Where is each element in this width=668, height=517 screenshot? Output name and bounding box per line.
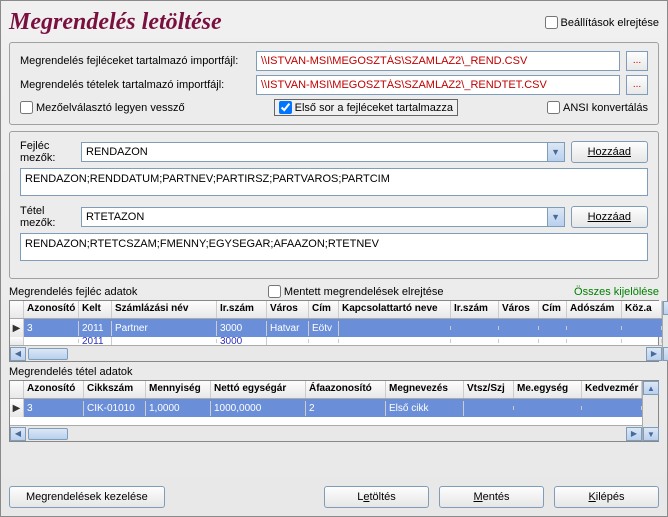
firstrow-input[interactable] bbox=[279, 101, 292, 114]
scroll-down-icon[interactable]: ▼ bbox=[643, 427, 659, 441]
item-fields-combo-value: RTETAZON bbox=[86, 211, 144, 223]
table-row[interactable]: 2011 3000 bbox=[10, 337, 662, 345]
scroll-thumb[interactable] bbox=[28, 348, 68, 360]
grid2-title: Megrendelés tétel adatok bbox=[9, 366, 133, 378]
hide-saved-label: Mentett megrendelések elrejtése bbox=[284, 286, 444, 298]
header-grid: Azonosító Kelt Számlázási név Ir.szám Vá… bbox=[9, 300, 659, 362]
grid2-columns: Azonosító Cikkszám Mennyiség Nettó egysé… bbox=[10, 381, 642, 399]
firstrow-label: Első sor a fejléceket tartalmazza bbox=[295, 102, 453, 114]
hide-settings-checkbox[interactable]: Beállítások elrejtése bbox=[545, 16, 659, 29]
header-fields-combo[interactable]: RENDAZON ▼ bbox=[81, 142, 565, 162]
item-add-button[interactable]: Hozzáad bbox=[571, 206, 648, 228]
hide-saved-input[interactable] bbox=[268, 285, 281, 298]
firstrow-checkbox[interactable]: Első sor a fejléceket tartalmazza bbox=[274, 99, 458, 116]
grid1-title: Megrendelés fejléc adatok bbox=[9, 286, 137, 298]
download-button[interactable]: Letöltés bbox=[324, 486, 429, 508]
manage-orders-button[interactable]: Megrendelések kezelése bbox=[9, 486, 165, 508]
scroll-left-icon[interactable]: ◀ bbox=[10, 347, 26, 361]
item-fields-combo[interactable]: RTETAZON ▼ bbox=[81, 207, 565, 227]
header-fields-combo-value: RENDAZON bbox=[86, 146, 148, 158]
header-fields-label: Fejléc mezők: bbox=[20, 140, 75, 164]
scroll-down-icon[interactable]: ▼ bbox=[663, 347, 668, 361]
table-row[interactable]: ▶ 3 CIK-01010 1,0000 1000,0000 2 Első ci… bbox=[10, 399, 642, 417]
fields-panel: Fejléc mezők: RENDAZON ▼ Hozzáad RENDAZO… bbox=[9, 131, 659, 279]
grid2-vscroll[interactable]: ▲ ▼ bbox=[642, 381, 658, 441]
items-file-browse-button[interactable]: ... bbox=[626, 75, 648, 95]
page-title: Megrendelés letöltése bbox=[9, 9, 222, 36]
grid1-columns: Azonosító Kelt Számlázási név Ir.szám Vá… bbox=[10, 301, 662, 319]
items-file-input[interactable] bbox=[256, 75, 620, 95]
grid1-hscroll[interactable]: ◀ ▶ bbox=[10, 345, 662, 361]
header-file-browse-button[interactable]: ... bbox=[626, 51, 648, 71]
scroll-right-icon[interactable]: ▶ bbox=[646, 347, 662, 361]
table-row[interactable]: ▶ 3 2011 Partner 3000 Hatvar Eötv bbox=[10, 319, 662, 337]
header-fields-list[interactable]: RENDAZON;RENDDATUM;PARTNEV;PARTIRSZ;PART… bbox=[20, 168, 648, 196]
scroll-up-icon[interactable]: ▲ bbox=[643, 381, 659, 395]
fieldsep-input[interactable] bbox=[20, 101, 33, 114]
hide-settings-input[interactable] bbox=[545, 16, 558, 29]
table-row[interactable] bbox=[10, 417, 642, 425]
hide-settings-label: Beállítások elrejtése bbox=[561, 17, 659, 29]
header-file-input[interactable] bbox=[256, 51, 620, 71]
grid1-vscroll[interactable]: ▲ ▼ bbox=[662, 301, 668, 361]
scroll-right-icon[interactable]: ▶ bbox=[626, 427, 642, 441]
chevron-down-icon[interactable]: ▼ bbox=[547, 143, 564, 161]
scroll-up-icon[interactable]: ▲ bbox=[663, 301, 668, 315]
header-add-button[interactable]: Hozzáad bbox=[571, 141, 648, 163]
row-marker-icon: ▶ bbox=[10, 319, 24, 337]
chevron-down-icon[interactable]: ▼ bbox=[547, 208, 564, 226]
ansi-checkbox[interactable]: ANSI konvertálás bbox=[547, 101, 648, 114]
exit-button[interactable]: Kilépés bbox=[554, 486, 659, 508]
row-marker-icon: ▶ bbox=[10, 399, 24, 417]
header-file-label: Megrendelés fejléceket tartalmazó import… bbox=[20, 55, 250, 67]
select-all-link[interactable]: Összes kijelölése bbox=[574, 286, 659, 298]
fieldsep-label: Mezőelválasztó legyen vessző bbox=[36, 102, 185, 114]
item-fields-list[interactable]: RENDAZON;RTETCSZAM;FMENNY;EGYSEGAR;AFAAZ… bbox=[20, 233, 648, 261]
ansi-input[interactable] bbox=[547, 101, 560, 114]
item-fields-label: Tétel mezők: bbox=[20, 205, 75, 229]
save-button[interactable]: Mentés bbox=[439, 486, 544, 508]
scroll-left-icon[interactable]: ◀ bbox=[10, 427, 26, 441]
items-file-label: Megrendelés tételek tartalmazó importfáj… bbox=[20, 79, 250, 91]
hide-saved-checkbox[interactable]: Mentett megrendelések elrejtése bbox=[268, 285, 444, 298]
fieldsep-checkbox[interactable]: Mezőelválasztó legyen vessző bbox=[20, 101, 185, 114]
item-grid: Azonosító Cikkszám Mennyiség Nettó egysé… bbox=[9, 380, 659, 442]
files-panel: Megrendelés fejléceket tartalmazó import… bbox=[9, 42, 659, 125]
scroll-thumb[interactable] bbox=[28, 428, 68, 440]
ansi-label: ANSI konvertálás bbox=[563, 102, 648, 114]
grid2-hscroll[interactable]: ◀ ▶ bbox=[10, 425, 642, 441]
